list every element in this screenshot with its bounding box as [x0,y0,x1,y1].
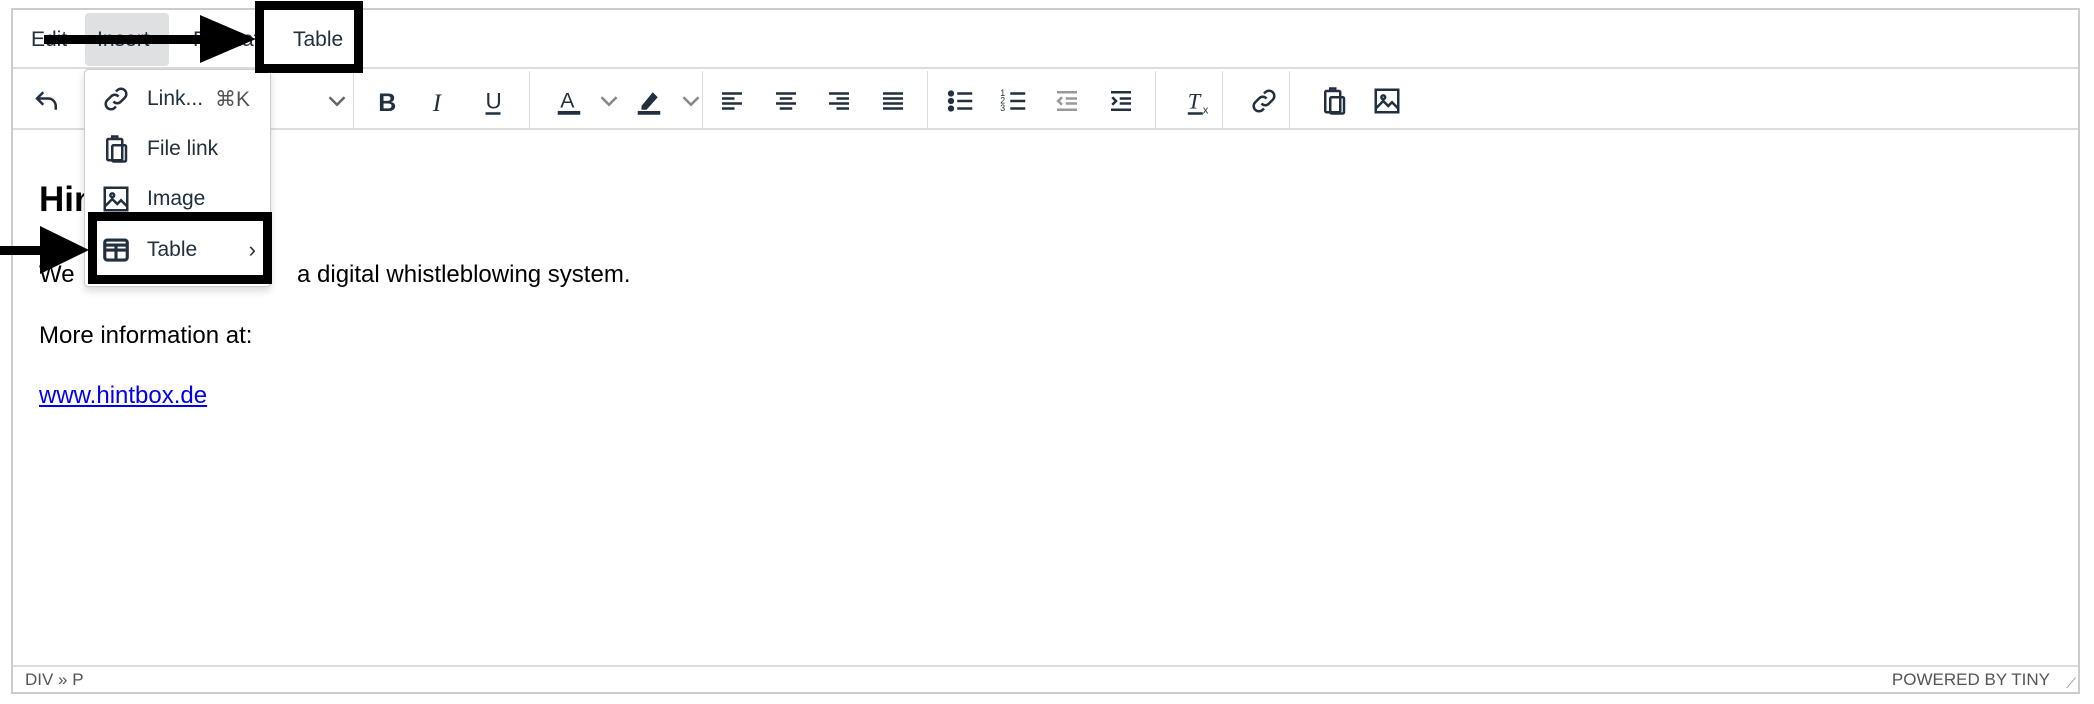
arrow-to-table-item [0,226,89,274]
annotation-arrows [0,15,256,274]
arrow-to-table-menu [44,15,256,63]
